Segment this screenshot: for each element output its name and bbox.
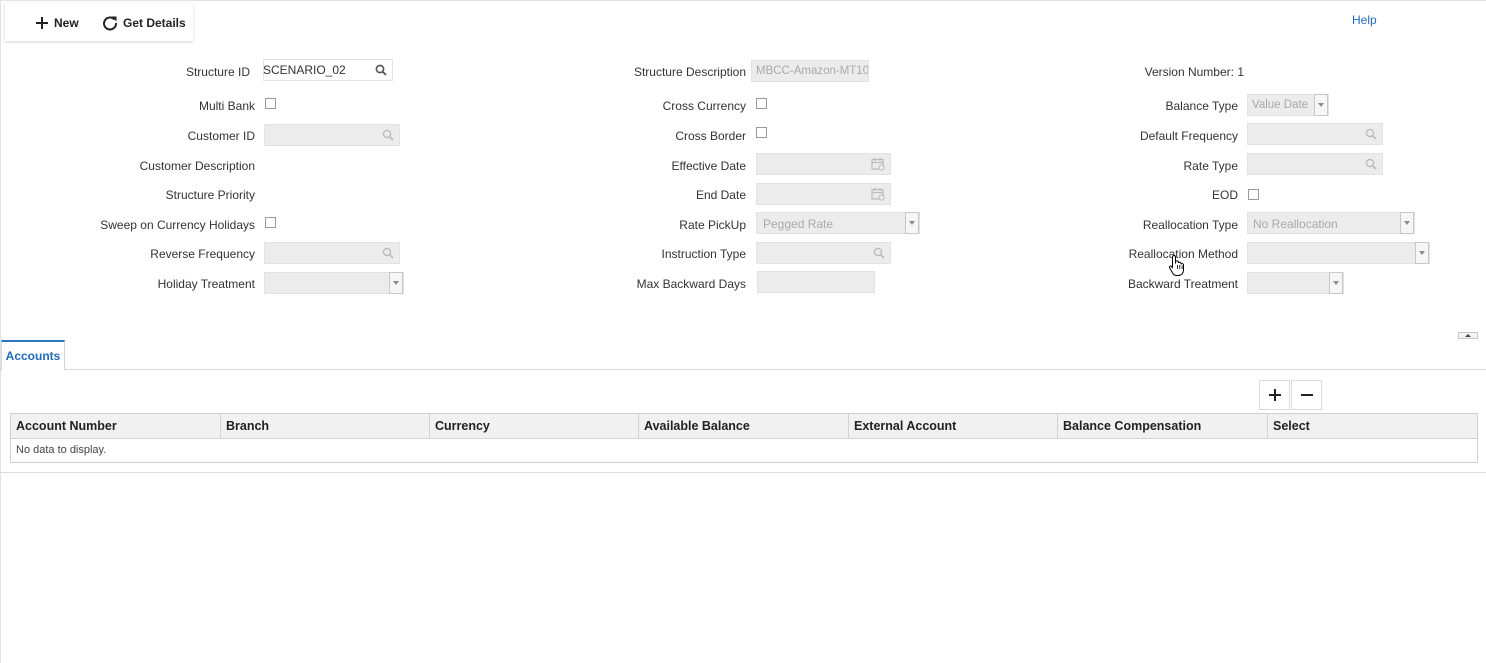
calendar-icon[interactable] (871, 187, 885, 201)
structure-id-label: Structure ID (185, 65, 250, 79)
plus-icon (36, 17, 48, 29)
section-divider (0, 472, 1486, 473)
chevron-down-icon[interactable] (389, 272, 403, 294)
rate-type-label: Rate Type (1183, 159, 1238, 173)
collapse-toggle[interactable] (1458, 332, 1478, 339)
structure-description-value: MBCC-Amazon-MT10 (756, 65, 868, 77)
remove-row-button[interactable] (1291, 380, 1322, 410)
hand-cursor-icon (1168, 254, 1184, 276)
cross-currency-label: Cross Currency (662, 99, 746, 113)
version-number-label: Version Number: 1 (1144, 65, 1244, 79)
chevron-down-icon[interactable] (1415, 242, 1429, 264)
sweep-on-currency-holidays-checkbox[interactable] (265, 217, 276, 228)
top-border (0, 0, 1486, 1)
multi-bank-checkbox[interactable] (265, 98, 276, 109)
instruction-type-field[interactable] (756, 242, 891, 264)
refresh-icon (103, 16, 117, 31)
empty-table-message: No data to display. (16, 444, 107, 456)
reallocation-type-label: Reallocation Type (1142, 218, 1238, 232)
column-header-balance-compensation[interactable]: Balance Compensation (1058, 414, 1268, 438)
customer-description-label: Customer Description (139, 159, 255, 173)
reallocation-method-select[interactable] (1247, 242, 1430, 264)
get-details-button[interactable]: Get Details (102, 13, 186, 33)
reverse-frequency-field[interactable] (264, 242, 400, 264)
customer-id-field[interactable] (264, 124, 400, 146)
table-header: Account Number Branch Currency Available… (11, 414, 1477, 439)
sweep-on-currency-holidays-label: Sweep on Currency Holidays (100, 218, 255, 232)
structure-priority-label: Structure Priority (165, 188, 255, 202)
backward-treatment-select[interactable] (1247, 272, 1344, 294)
end-date-field[interactable] (756, 183, 891, 205)
accounts-table: Account Number Branch Currency Available… (10, 413, 1478, 463)
structure-description-field[interactable]: MBCC-Amazon-MT10 (751, 60, 869, 82)
add-row-button[interactable] (1259, 380, 1290, 410)
rate-type-field[interactable] (1247, 153, 1383, 175)
default-frequency-field[interactable] (1247, 123, 1383, 145)
eod-label: EOD (1211, 188, 1238, 202)
column-header-currency[interactable]: Currency (430, 414, 639, 438)
cross-border-checkbox[interactable] (756, 127, 767, 138)
max-backward-days-field[interactable] (757, 271, 875, 293)
eod-checkbox[interactable] (1248, 189, 1259, 200)
chevron-down-icon[interactable] (1329, 272, 1343, 294)
tab-accounts-label: Accounts (5, 349, 61, 363)
reverse-frequency-label: Reverse Frequency (150, 247, 255, 261)
left-border (0, 0, 1, 663)
search-icon[interactable] (1365, 128, 1377, 140)
plus-icon (1268, 389, 1281, 401)
get-details-button-label: Get Details (123, 16, 186, 30)
new-button[interactable]: New (35, 13, 79, 33)
search-icon[interactable] (382, 129, 394, 141)
default-frequency-label: Default Frequency (1139, 129, 1238, 143)
reallocation-type-select[interactable]: No Reallocation (1247, 212, 1415, 234)
rate-pickup-value: Pegged Rate (763, 217, 834, 231)
balance-type-value: Value Date (1252, 99, 1309, 111)
calendar-icon[interactable] (871, 157, 885, 171)
structure-id-field[interactable]: SCENARIO_02 (263, 59, 393, 81)
effective-date-field[interactable] (756, 153, 891, 175)
customer-id-label: Customer ID (187, 129, 255, 143)
search-icon[interactable] (873, 247, 885, 259)
structure-id-value: SCENARIO_02 (263, 63, 346, 77)
cross-border-label: Cross Border (675, 129, 746, 143)
multi-bank-label: Multi Bank (198, 99, 255, 113)
balance-type-select[interactable]: Value Date (1247, 94, 1329, 116)
end-date-label: End Date (695, 188, 746, 202)
column-header-select[interactable]: Select (1268, 414, 1477, 438)
toolbar: New Get Details (5, 3, 193, 41)
chevron-down-icon[interactable] (905, 212, 919, 234)
new-button-label: New (54, 16, 79, 30)
tab-strip-border (0, 369, 1486, 370)
column-header-branch[interactable]: Branch (221, 414, 430, 438)
tab-accounts[interactable]: Accounts (1, 340, 65, 370)
backward-treatment-label: Backward Treatment (1127, 277, 1238, 291)
rate-pickup-select[interactable]: Pegged Rate (756, 212, 920, 234)
chevron-down-icon[interactable] (1400, 212, 1414, 234)
help-link[interactable]: Help (1352, 13, 1377, 27)
minus-icon (1300, 394, 1313, 396)
column-header-available-balance[interactable]: Available Balance (639, 414, 849, 438)
column-header-account-number[interactable]: Account Number (11, 414, 221, 438)
structure-description-label: Structure Description (633, 65, 746, 79)
rate-pickup-label: Rate PickUp (679, 218, 746, 232)
column-header-external-account[interactable]: External Account (849, 414, 1058, 438)
instruction-type-label: Instruction Type (661, 247, 747, 261)
max-backward-days-label: Max Backward Days (636, 277, 746, 291)
chevron-down-icon[interactable] (1314, 94, 1328, 116)
holiday-treatment-label: Holiday Treatment (157, 277, 255, 291)
search-icon[interactable] (382, 247, 394, 259)
search-icon[interactable] (1365, 158, 1377, 170)
holiday-treatment-select[interactable] (264, 272, 404, 294)
search-icon[interactable] (375, 64, 387, 76)
balance-type-label: Balance Type (1165, 99, 1239, 113)
reallocation-type-value: No Reallocation (1253, 217, 1338, 231)
cross-currency-checkbox[interactable] (756, 98, 767, 109)
effective-date-label: Effective Date (671, 159, 746, 173)
